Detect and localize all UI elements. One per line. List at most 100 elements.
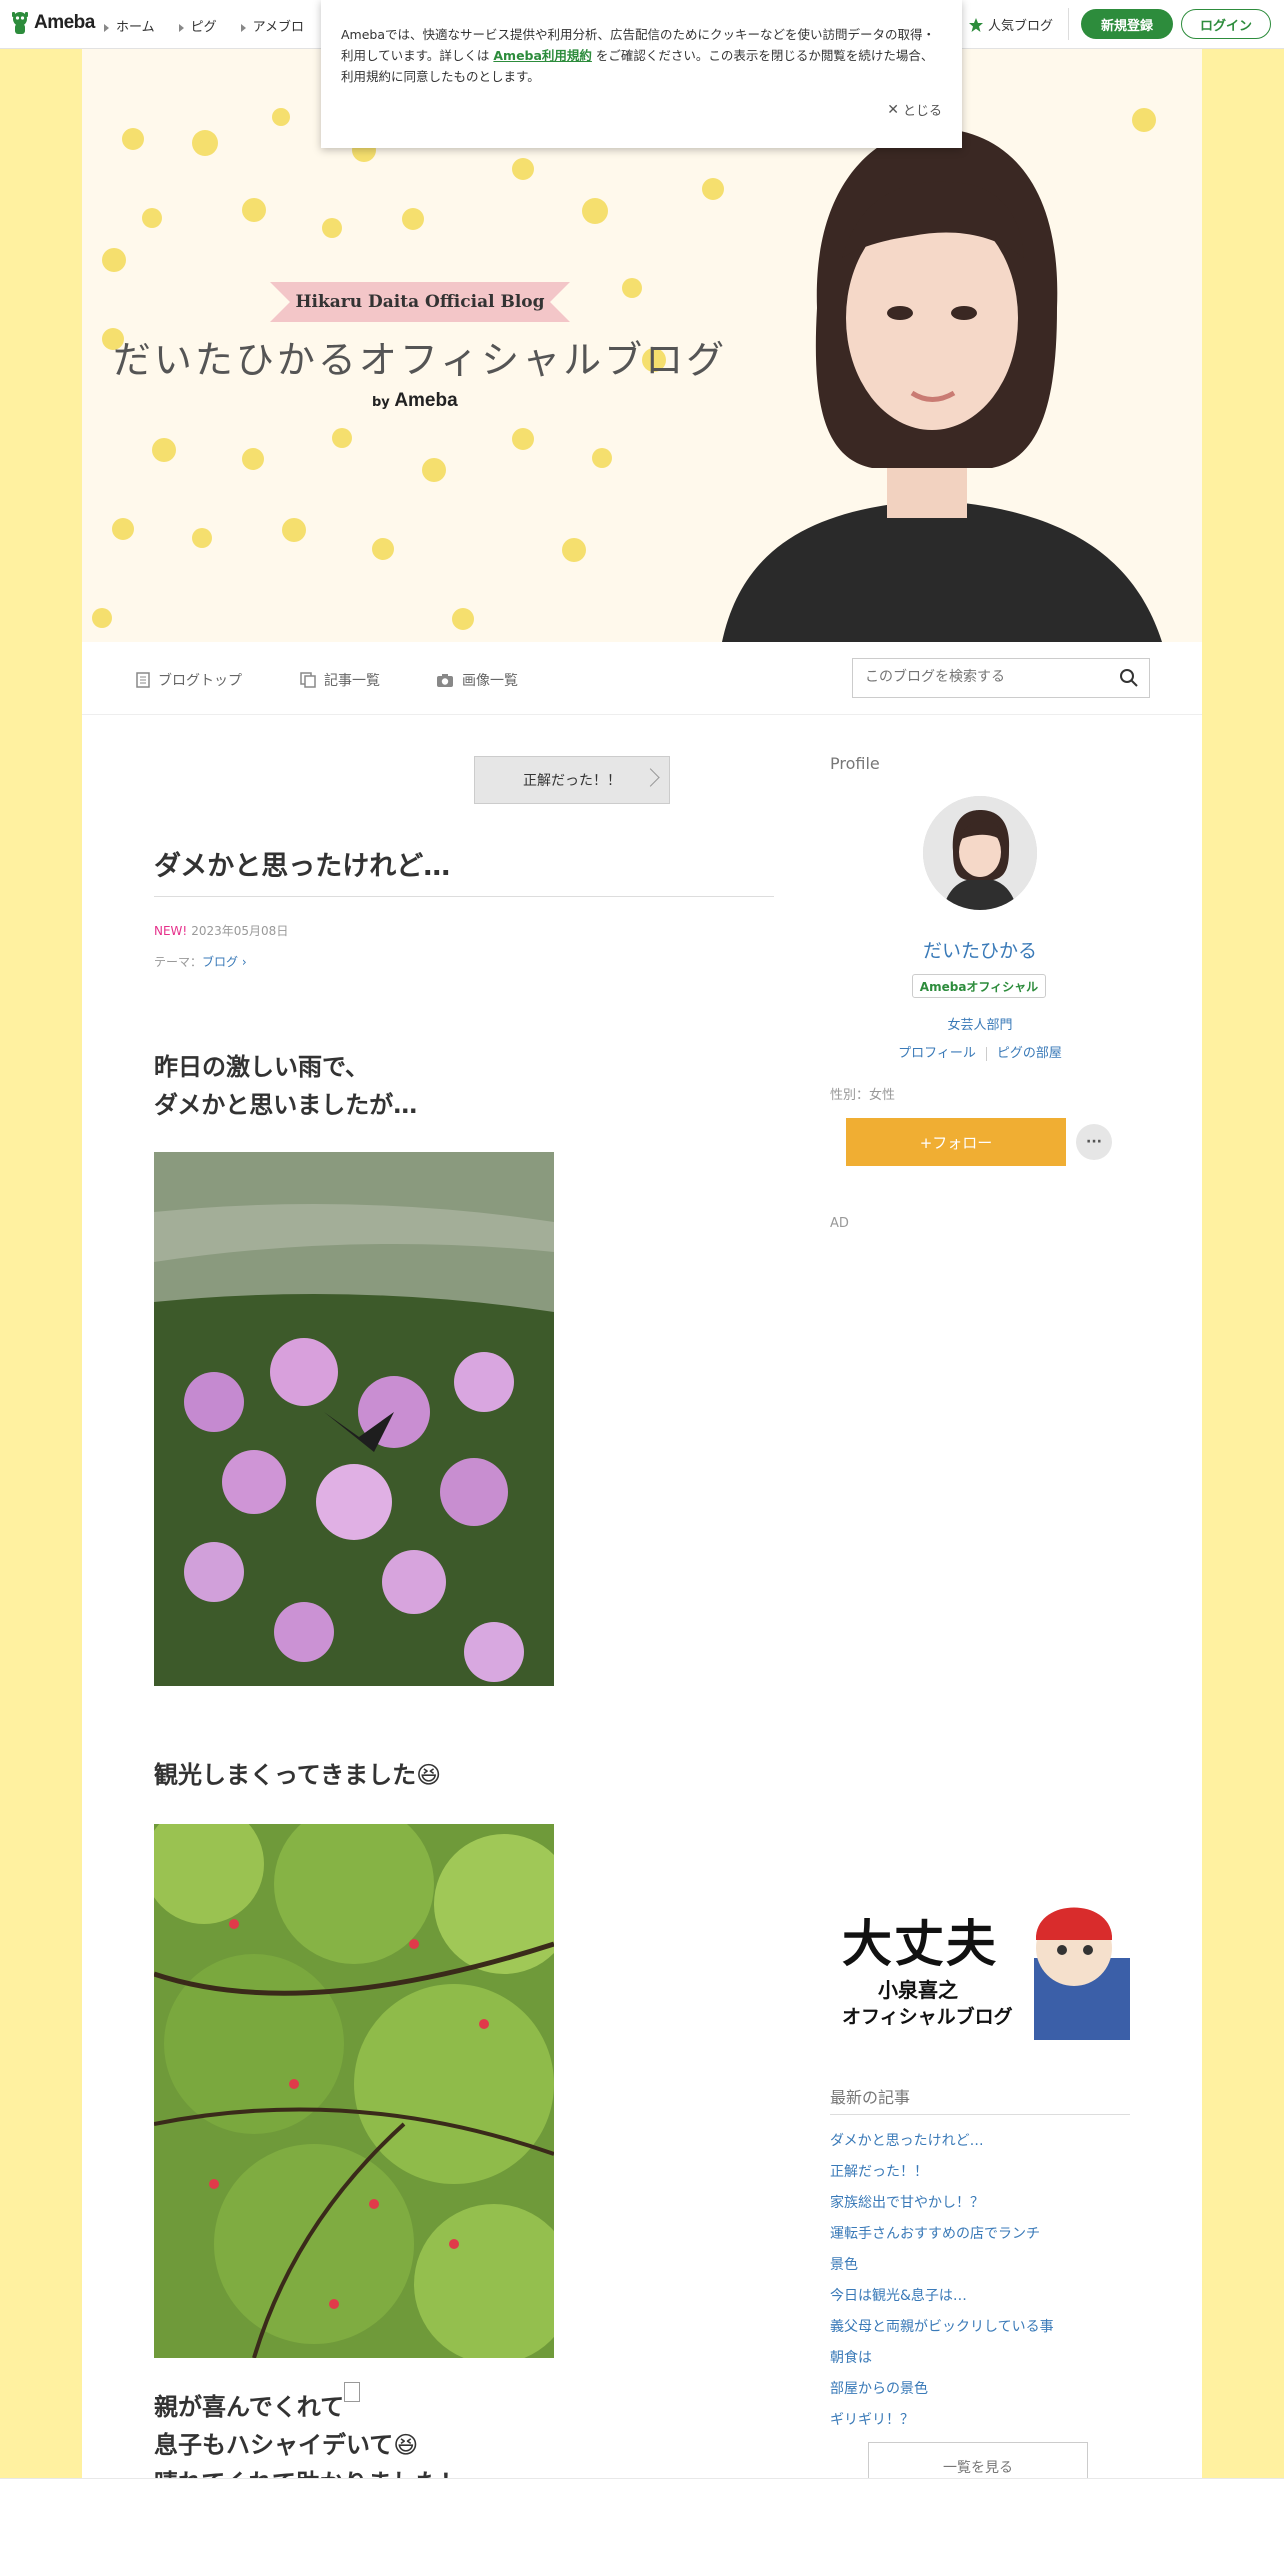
profile-avatar[interactable]	[923, 796, 1037, 910]
cookie-close-label: とじる	[902, 104, 942, 119]
blog-top-label: ブログトップ	[158, 673, 242, 689]
ad-label: AD	[830, 1216, 849, 1231]
article-title[interactable]: ダメかと思ったけれど…	[154, 844, 450, 883]
polka-dot	[282, 518, 306, 542]
polka-dot	[112, 518, 134, 540]
popular-blog-link[interactable]: 人気ブログ	[968, 15, 1053, 34]
article-list-link[interactable]: 記事一覧	[300, 670, 380, 690]
latest-article-link[interactable]: 義父母と両親がビックリしている事	[830, 2312, 1054, 2343]
new-badge: NEW!	[154, 924, 188, 938]
profile-department[interactable]: 女芸人部門	[830, 1014, 1130, 1033]
login-button[interactable]: ログイン	[1181, 9, 1271, 39]
nav-pigg[interactable]: ピグ	[178, 16, 217, 35]
blog-page: Hikaru Daita Official Blog だいたひかるオフィシャルブ…	[82, 48, 1202, 2568]
paragraph3-line1: 親が喜んでくれて	[154, 2393, 345, 2421]
terms-link[interactable]: Ameba利用規約	[493, 48, 592, 63]
latest-articles-heading: 最新の記事	[830, 2088, 911, 2107]
paragraph1-line1: 昨日の激しい雨で、	[154, 1053, 370, 1081]
ameba-logo[interactable]: Ameba	[10, 10, 95, 36]
theme-prefix: テーマ：	[154, 955, 203, 969]
banner-sub1: 小泉喜之	[878, 1978, 958, 2002]
blog-top-link[interactable]: ブログトップ	[136, 670, 242, 690]
profile-heading: Profile	[830, 754, 880, 773]
nav-home[interactable]: ホーム	[104, 16, 155, 35]
blog-ribbon: Hikaru Daita Official Blog	[270, 282, 570, 322]
signup-button[interactable]: 新規登録	[1081, 9, 1173, 39]
follow-button[interactable]: +フォロー	[846, 1118, 1066, 1166]
previous-article-button[interactable]: 正解だった！！	[474, 756, 670, 804]
latest-articles-list: ダメかと思ったけれど… 正解だった！！ 家族総出で甘やかし！？ 運転手さんおすす…	[830, 2126, 1054, 2436]
polka-dot	[192, 130, 218, 156]
latest-article-link[interactable]: 部屋からの景色	[830, 2374, 1054, 2405]
paragraph1-line2: ダメかと思いましたが…	[154, 1091, 418, 1119]
polka-dot	[592, 448, 612, 468]
polka-dot	[452, 608, 474, 630]
polka-dot	[122, 128, 144, 150]
polka-dot	[372, 538, 394, 560]
blog-search	[852, 658, 1150, 698]
banner-title: 大丈夫	[842, 1915, 998, 1973]
profile-link[interactable]: プロフィール	[898, 1046, 976, 1061]
profile-links: プロフィール ピグの部屋	[830, 1042, 1130, 1061]
polka-dot	[322, 218, 342, 238]
polka-dot	[402, 208, 424, 230]
polka-dot	[192, 528, 212, 548]
latest-article-link[interactable]: 朝食は	[830, 2343, 1054, 2374]
author-portrait	[722, 128, 1162, 642]
caret-right-icon	[240, 23, 246, 32]
image-list-link[interactable]: 画像一覧	[436, 670, 518, 690]
polka-dot	[512, 158, 534, 180]
latest-article-link[interactable]: 景色	[830, 2250, 1054, 2281]
cookie-notice: Amebaでは、快適なサービス提供や利用分析、広告配信のためにクッキーなどを使い…	[321, 0, 962, 148]
official-badge[interactable]: Amebaオフィシャル	[912, 974, 1046, 998]
latest-article-link[interactable]: ギリギリ！？	[830, 2405, 1054, 2436]
profile-name[interactable]: だいたひかる	[830, 936, 1130, 963]
polka-dot	[242, 198, 266, 222]
profile-gender: 性別：女性	[830, 1088, 896, 1103]
copy-icon	[300, 672, 316, 688]
star-icon	[969, 17, 983, 32]
banner-sub2: オフィシャルブログ	[842, 2006, 1013, 2028]
polka-dot	[562, 538, 586, 562]
by-prefix: by	[372, 395, 390, 410]
azalea-photo[interactable]	[154, 1152, 554, 1686]
image-list-label: 画像一覧	[462, 673, 518, 689]
maple-photo[interactable]	[154, 1824, 554, 2358]
polka-dot	[152, 438, 176, 462]
article-paragraph-1: 昨日の激しい雨で、 ダメかと思いましたが…	[154, 1048, 417, 1124]
article-date-value: 2023年05月08日	[191, 924, 289, 938]
by-brand: Ameba	[394, 390, 458, 411]
title-divider	[154, 896, 774, 897]
latest-article-link[interactable]: 今日は観光&息子は…	[830, 2281, 1054, 2312]
close-icon: ✕	[887, 101, 899, 118]
latest-article-link[interactable]: 正解だった！！	[830, 2157, 1054, 2188]
koizumi-blog-banner[interactable]: 大丈夫 小泉喜之 オフィシャルブログ	[834, 1888, 1130, 2040]
more-options-button[interactable]: ···	[1076, 1124, 1112, 1160]
theme-label: ブログ	[202, 955, 239, 969]
polka-dot	[102, 248, 126, 272]
article-date: NEW! 2023年05月08日	[154, 922, 288, 939]
pigg-room-link[interactable]: ピグの部屋	[997, 1046, 1062, 1061]
nav-ameblo[interactable]: アメブロ	[240, 16, 304, 35]
header-divider	[1068, 8, 1069, 40]
article-paragraph-2: 観光しまくってきました😆	[154, 1761, 442, 1789]
nav-home-label: ホーム	[116, 20, 155, 35]
search-icon[interactable]	[1119, 668, 1139, 688]
nav-pigg-label: ピグ	[190, 20, 217, 35]
ribbon-right-tail	[550, 282, 570, 322]
popular-blog-label: 人気ブログ	[988, 19, 1054, 34]
blog-search-input[interactable]	[853, 659, 1117, 695]
latest-divider	[830, 2114, 1130, 2115]
caret-right-icon	[104, 23, 109, 32]
latest-article-link[interactable]: 家族総出で甘やかし！？	[830, 2188, 1054, 2219]
article-list-label: 記事一覧	[324, 673, 380, 689]
cookie-text: Amebaでは、快適なサービス提供や利用分析、広告配信のためにクッキーなどを使い…	[341, 24, 941, 87]
latest-article-link[interactable]: ダメかと思ったけれど…	[830, 2126, 1054, 2157]
paragraph3-line1-row: 親が喜んでくれて	[154, 2382, 464, 2426]
by-ameba: by Ameba	[372, 390, 458, 412]
polka-dot	[242, 448, 264, 470]
latest-article-link[interactable]: 運転手さんおすすめの店でランチ	[830, 2219, 1054, 2250]
global-nav: ホーム ピグ アメブロ	[104, 16, 304, 35]
theme-link[interactable]: ブログ ›	[202, 955, 247, 969]
cookie-close-button[interactable]: ✕ とじる	[887, 100, 942, 120]
